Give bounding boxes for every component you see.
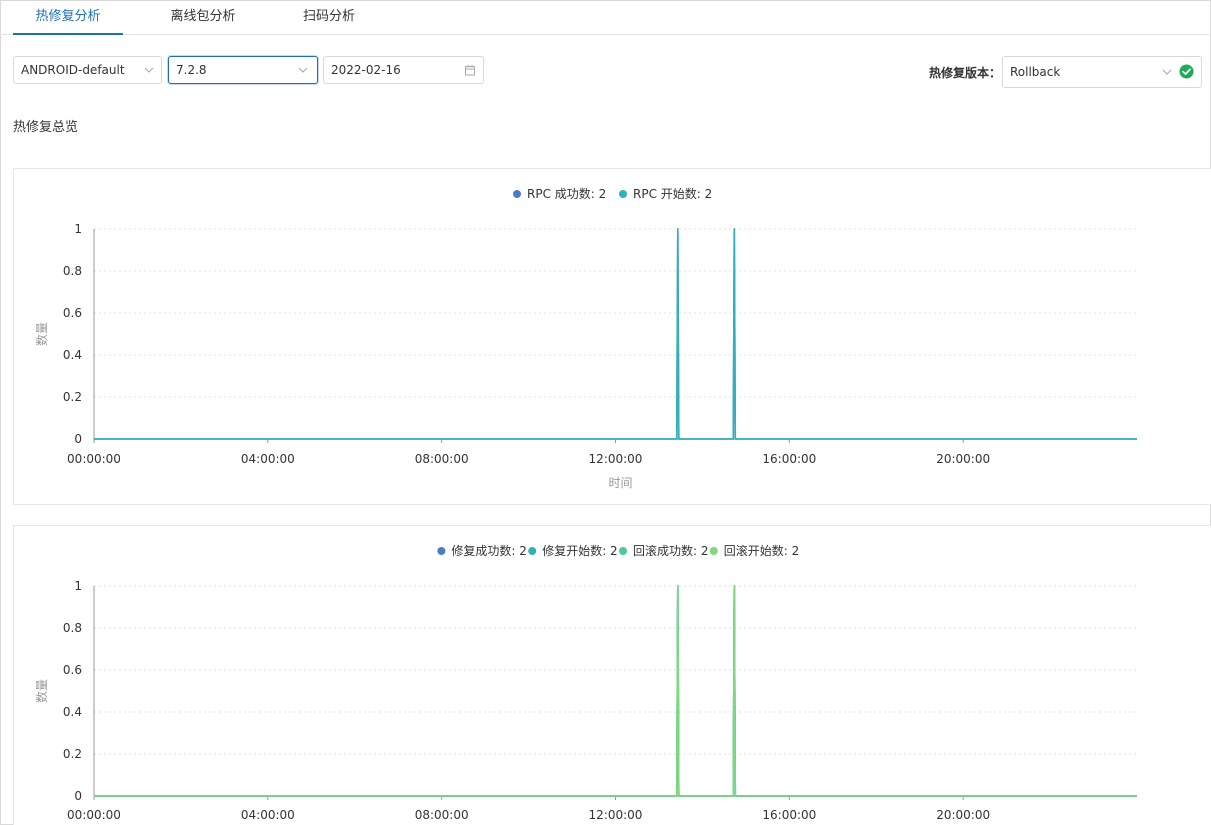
y-tick-label: 1 (74, 222, 82, 236)
hotfix-chart-panel: 修复成功数: 2 修复开始数: 2 回滚成功数: 2 回滚开始数: 2 0 0.2 0.4 0… (13, 525, 1211, 825)
chart-legend: RPC 成功数: 2 RPC 开始数: 2 (513, 186, 712, 201)
y-tick-label: 0.2 (63, 747, 82, 761)
x-tick-label: 04:00:00 (241, 808, 295, 822)
x-tick-label: 16:00:00 (762, 452, 816, 466)
x-tick-label: 20:00:00 (936, 452, 990, 466)
x-tick-label: 00:00:00 (67, 808, 121, 822)
x-tick-label: 20:00:00 (936, 808, 990, 822)
x-tick-label: 04:00:00 (241, 452, 295, 466)
hotfix-version-select-value: Rollback (1010, 65, 1061, 79)
series-line (94, 585, 1137, 797)
check-circle-icon (1179, 64, 1194, 79)
x-tick-label: 00:00:00 (67, 452, 121, 466)
legend-marker (709, 547, 718, 555)
y-tick-label: 0.6 (63, 663, 82, 677)
x-axis-title: 时间 (608, 476, 632, 490)
y-tick-label: 0.6 (63, 306, 82, 320)
data-point (733, 585, 736, 587)
y-axis-title: 数量 (34, 322, 49, 346)
rpc-chart-panel: RPC 成功数: 2 RPC 开始数: 2 0 0.2 0.4 0.6 0.8 1 00:00:… (13, 168, 1211, 505)
date-picker[interactable]: 2022-02-16 (323, 56, 484, 84)
tab-hotfix-analysis[interactable]: 热修复分析 (13, 0, 123, 35)
y-tick-label: 0.4 (63, 348, 82, 362)
x-tick-label: 12:00:00 (589, 808, 643, 822)
x-tick-label: 08:00:00 (415, 808, 469, 822)
y-axis-title: 数量 (34, 679, 49, 703)
x-tick-label: 12:00:00 (589, 452, 643, 466)
chart-legend: 修复成功数: 2 修复开始数: 2 回滚成功数: 2 回滚开始数: 2 (437, 543, 799, 558)
series-line (94, 585, 1137, 797)
series-line (94, 228, 1137, 440)
tab-scan-analysis[interactable]: 扫码分析 (274, 0, 384, 34)
chevron-down-icon (1162, 69, 1172, 75)
legend-label: 修复成功数: 2 (451, 543, 527, 558)
platform-select-value: ANDROID-default (21, 63, 125, 77)
legend-label: RPC 开始数: 2 (633, 186, 712, 201)
data-point (676, 585, 679, 587)
series-line (94, 585, 1137, 797)
y-tick-label: 0.2 (63, 390, 82, 404)
platform-select[interactable]: ANDROID-default (13, 56, 162, 84)
hotfix-line-chart: 修复成功数: 2 修复开始数: 2 回滚成功数: 2 回滚开始数: 2 0 0.2 0.4 0… (34, 543, 1137, 822)
y-tick-label: 0.8 (63, 621, 82, 635)
chevron-down-icon (144, 67, 154, 73)
legend-marker (619, 190, 627, 198)
version-select-value: 7.2.8 (176, 63, 207, 77)
rpc-line-chart: RPC 成功数: 2 RPC 开始数: 2 0 0.2 0.4 0.6 0.8 1 00:00:… (34, 186, 1137, 490)
version-select[interactable]: 7.2.8 (168, 56, 318, 84)
y-tick-label: 1 (74, 579, 82, 593)
legend-marker (528, 547, 537, 555)
x-tick-label: 08:00:00 (415, 452, 469, 466)
legend-marker (513, 190, 521, 198)
legend-label: 修复开始数: 2 (542, 543, 618, 558)
hotfix-version-label: 热修复版本： (929, 66, 1002, 80)
y-tick-label: 0 (74, 789, 82, 803)
data-point (676, 228, 679, 230)
calendar-icon (465, 65, 475, 76)
x-tick-label: 16:00:00 (762, 808, 816, 822)
y-tick-label: 0.4 (63, 705, 82, 719)
series-line (94, 585, 1137, 797)
legend-label: 回滚成功数: 2 (633, 543, 709, 558)
date-picker-value: 2022-02-16 (331, 63, 401, 77)
legend-marker (437, 547, 446, 555)
section-title: 热修复总览 (13, 120, 79, 135)
hotfix-version-select[interactable]: Rollback (1002, 56, 1202, 88)
series-line (94, 228, 1137, 440)
legend-label: RPC 成功数: 2 (527, 186, 606, 201)
legend-marker (619, 547, 627, 555)
y-tick-label: 0 (74, 432, 82, 446)
legend-label: 回滚开始数: 2 (724, 543, 800, 558)
chevron-down-icon (298, 67, 308, 73)
tab-bar: 热修复分析 离线包分析 扫码分析 (0, 0, 1211, 35)
y-tick-label: 0.8 (63, 264, 82, 278)
data-point (733, 228, 736, 230)
tab-offline-package-analysis[interactable]: 离线包分析 (148, 0, 258, 34)
